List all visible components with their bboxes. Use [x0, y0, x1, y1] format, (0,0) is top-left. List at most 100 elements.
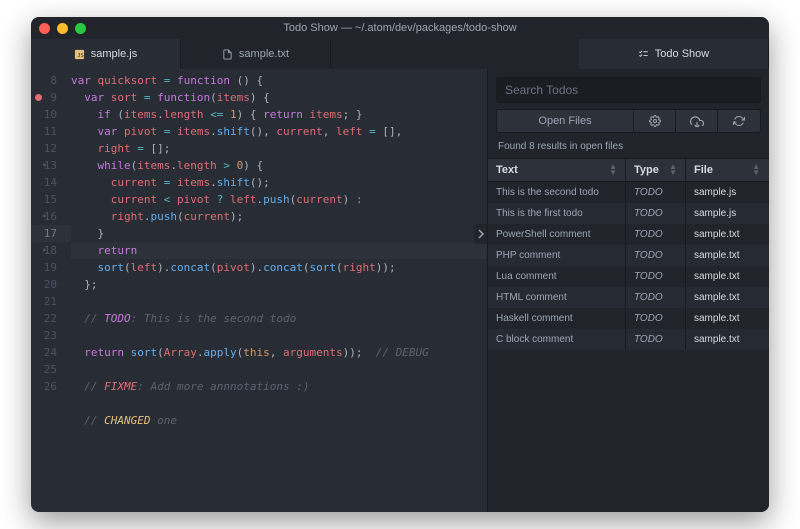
line-number[interactable]: 8 — [31, 72, 71, 89]
code-line[interactable]: // TODO: This is the second todo — [71, 310, 487, 327]
code-line[interactable]: while(items.length > 0) { — [71, 157, 487, 174]
code-area[interactable]: var quicksort = function () { var sort =… — [71, 69, 487, 512]
panel-collapse-button[interactable] — [474, 224, 487, 244]
table-row[interactable]: Haskell commentTODOsample.txt — [488, 308, 769, 329]
line-number[interactable]: 17 — [31, 225, 71, 242]
line-number[interactable]: 13 — [31, 157, 71, 174]
table-body: This is the second todoTODOsample.jsThis… — [488, 182, 769, 350]
code-line[interactable]: var sort = function(items) { — [71, 89, 487, 106]
line-number[interactable]: 12 — [31, 140, 71, 157]
cell-type: TODO — [626, 308, 686, 329]
cell-text: Lua comment — [488, 266, 626, 287]
tab-sample-js[interactable]: JS sample.js — [31, 39, 181, 69]
cell-type: TODO — [626, 287, 686, 308]
line-number[interactable]: 15 — [31, 191, 71, 208]
cell-file: sample.js — [686, 203, 768, 224]
code-line[interactable]: var pivot = items.shift(), current, left… — [71, 123, 487, 140]
code-line[interactable]: return — [71, 242, 487, 259]
code-line[interactable]: current = items.shift(); — [71, 174, 487, 191]
column-header-file[interactable]: File ▲▼ — [686, 159, 768, 181]
cell-type: TODO — [626, 182, 686, 203]
window-title: Todo Show — ~/.atom/dev/packages/todo-sh… — [31, 22, 769, 34]
open-files-button[interactable]: Open Files — [497, 110, 634, 132]
sort-icon: ▲▼ — [609, 164, 617, 176]
settings-button[interactable] — [634, 110, 676, 132]
line-number[interactable]: 23 — [31, 327, 71, 344]
table-row[interactable]: This is the first todoTODOsample.js — [488, 203, 769, 224]
table-row[interactable]: Lua commentTODOsample.txt — [488, 266, 769, 287]
line-number[interactable]: 24 — [31, 344, 71, 361]
code-line[interactable]: // CHANGED one — [71, 412, 487, 429]
line-number[interactable]: 10 — [31, 106, 71, 123]
code-line[interactable] — [71, 293, 487, 310]
cell-text: HTML comment — [488, 287, 626, 308]
cell-text: Haskell comment — [488, 308, 626, 329]
code-line[interactable]: var quicksort = function () { — [71, 72, 487, 89]
table-row[interactable]: This is the second todoTODOsample.js — [488, 182, 769, 203]
code-editor[interactable]: 891011121314151617181920212223242526 var… — [31, 69, 487, 512]
checklist-icon — [638, 49, 649, 60]
line-gutter: 891011121314151617181920212223242526 — [31, 69, 71, 512]
table-row[interactable]: PowerShell commentTODOsample.txt — [488, 224, 769, 245]
cell-file: sample.txt — [686, 329, 768, 350]
table-row[interactable]: PHP commentTODOsample.txt — [488, 245, 769, 266]
code-line[interactable] — [71, 327, 487, 344]
line-number[interactable]: 25 — [31, 361, 71, 378]
line-number[interactable]: 22 — [31, 310, 71, 327]
table-row[interactable]: C block commentTODOsample.txt — [488, 329, 769, 350]
code-line[interactable]: } — [71, 225, 487, 242]
cell-file: sample.txt — [686, 287, 768, 308]
cell-type: TODO — [626, 203, 686, 224]
export-button[interactable] — [676, 110, 718, 132]
cell-type: TODO — [626, 224, 686, 245]
code-line[interactable]: }; — [71, 276, 487, 293]
code-line[interactable] — [71, 361, 487, 378]
line-number[interactable]: 9 — [31, 89, 71, 106]
code-line[interactable]: sort(left).concat(pivot).concat(sort(rig… — [71, 259, 487, 276]
content-area: 891011121314151617181920212223242526 var… — [31, 69, 769, 512]
line-number[interactable]: 19 — [31, 259, 71, 276]
cell-file: sample.txt — [686, 308, 768, 329]
sort-icon: ▲▼ — [752, 164, 760, 176]
search-input[interactable]: Search Todos — [496, 77, 761, 103]
js-file-icon: JS — [74, 49, 85, 60]
code-line[interactable]: current < pivot ? left.push(current) : — [71, 191, 487, 208]
code-line[interactable]: right.push(current); — [71, 208, 487, 225]
todo-panel: Search Todos Open Files — [487, 69, 769, 512]
line-number[interactable]: 20 — [31, 276, 71, 293]
table-row[interactable]: HTML commentTODOsample.txt — [488, 287, 769, 308]
refresh-button[interactable] — [718, 110, 760, 132]
line-number[interactable]: 16 — [31, 208, 71, 225]
panel-toolbar: Open Files — [496, 109, 761, 133]
column-header-type[interactable]: Type ▲▼ — [626, 159, 686, 181]
code-line[interactable]: if (items.length <= 1) { return items; } — [71, 106, 487, 123]
tab-label: sample.txt — [239, 48, 289, 60]
line-number[interactable]: 21 — [31, 293, 71, 310]
table-header: Text ▲▼ Type ▲▼ File ▲▼ — [488, 158, 769, 182]
tab-label: sample.js — [91, 48, 137, 60]
cell-text: This is the first todo — [488, 203, 626, 224]
tab-sample-txt[interactable]: sample.txt — [181, 39, 331, 69]
code-line[interactable]: right = []; — [71, 140, 487, 157]
cell-file: sample.txt — [686, 245, 768, 266]
titlebar: Todo Show — ~/.atom/dev/packages/todo-sh… — [31, 17, 769, 39]
cell-type: TODO — [626, 245, 686, 266]
cell-file: sample.txt — [686, 224, 768, 245]
code-line[interactable] — [71, 395, 487, 412]
line-number[interactable]: 11 — [31, 123, 71, 140]
tab-bar: JS sample.js sample.txt Todo Show — [31, 39, 769, 69]
line-number[interactable]: 14 — [31, 174, 71, 191]
cell-type: TODO — [626, 329, 686, 350]
cell-file: sample.js — [686, 182, 768, 203]
cell-text: PHP comment — [488, 245, 626, 266]
refresh-icon — [733, 115, 745, 127]
column-header-text[interactable]: Text ▲▼ — [488, 159, 626, 181]
line-number[interactable]: 18 — [31, 242, 71, 259]
text-file-icon — [222, 49, 233, 60]
tab-todo-show[interactable]: Todo Show — [579, 39, 769, 69]
tab-label: Todo Show — [655, 48, 709, 60]
cell-file: sample.txt — [686, 266, 768, 287]
code-line[interactable]: return sort(Array.apply(this, arguments)… — [71, 344, 487, 361]
code-line[interactable]: // FIXME: Add more annnotations :) — [71, 378, 487, 395]
line-number[interactable]: 26 — [31, 378, 71, 395]
